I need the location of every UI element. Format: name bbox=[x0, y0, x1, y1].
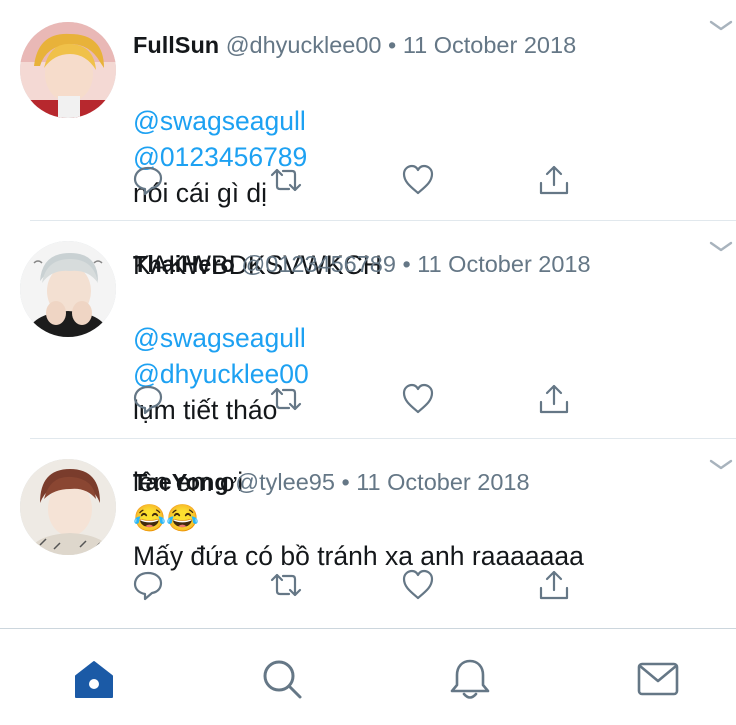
reply-button[interactable] bbox=[128, 565, 168, 605]
timestamp[interactable]: 11 October 2018 bbox=[403, 32, 576, 58]
handle[interactable]: @tylee95 bbox=[235, 469, 335, 495]
chevron-down-icon[interactable] bbox=[708, 457, 734, 473]
like-button[interactable] bbox=[398, 160, 438, 200]
tweet-1[interactable]: FullSun @dhyucklee00 • 11 October 2018 @… bbox=[0, 0, 736, 280]
avatar-image bbox=[20, 241, 116, 337]
retweet-button[interactable] bbox=[266, 160, 306, 200]
reply-button[interactable] bbox=[128, 379, 168, 419]
timestamp[interactable]: 11 October 2018 bbox=[356, 469, 529, 495]
share-button[interactable] bbox=[534, 565, 574, 605]
retweet-icon bbox=[270, 573, 302, 597]
like-icon bbox=[402, 569, 434, 600]
display-name[interactable]: TaeYong bbox=[133, 469, 229, 495]
share-button[interactable] bbox=[534, 379, 574, 419]
share-icon bbox=[539, 570, 569, 600]
display-name[interactable]: FullSun bbox=[133, 32, 219, 58]
separator: • bbox=[402, 251, 411, 277]
handle[interactable]: @dhyucklee00 bbox=[226, 32, 382, 58]
avatar[interactable] bbox=[20, 459, 116, 555]
avatar-image bbox=[20, 22, 116, 118]
home-icon bbox=[75, 661, 113, 698]
like-icon bbox=[402, 383, 434, 414]
tweet-header: FullSun @dhyucklee00 • 11 October 2018 bbox=[133, 30, 576, 60]
tweet-text: Mấy đứa có bồ tránh xa anh raaaaaaa bbox=[133, 502, 584, 574]
separator: • bbox=[341, 469, 350, 495]
tab-search[interactable] bbox=[260, 657, 304, 701]
display-name[interactable]: ThaiHero bbox=[133, 251, 235, 277]
avatar[interactable] bbox=[20, 22, 116, 118]
notifications-icon bbox=[450, 659, 490, 699]
reply-icon bbox=[133, 385, 163, 415]
timestamp[interactable]: 11 October 2018 bbox=[417, 251, 590, 277]
share-icon bbox=[539, 165, 569, 195]
mention-link[interactable]: @swagseagull bbox=[133, 106, 306, 136]
chevron-down-icon[interactable] bbox=[708, 239, 734, 255]
reply-button[interactable] bbox=[128, 160, 168, 200]
bottom-tab-bar bbox=[0, 628, 736, 725]
reply-icon bbox=[133, 166, 163, 196]
like-button[interactable] bbox=[398, 379, 438, 419]
mention-link[interactable]: @swagseagull bbox=[133, 323, 306, 353]
reply-icon bbox=[133, 571, 163, 601]
tab-notifications[interactable] bbox=[448, 657, 492, 701]
tab-messages[interactable] bbox=[636, 657, 680, 701]
avatar[interactable] bbox=[20, 241, 116, 337]
like-button[interactable] bbox=[398, 565, 438, 605]
tweet-header: TaeYong @tylee95 • 11 October 2018 bbox=[133, 467, 530, 497]
search-icon bbox=[263, 660, 302, 699]
handle[interactable]: @0123456789 bbox=[241, 251, 396, 277]
chevron-down-icon[interactable] bbox=[708, 18, 734, 34]
like-icon bbox=[402, 164, 434, 195]
retweet-button[interactable] bbox=[266, 565, 306, 605]
separator: • bbox=[388, 32, 397, 58]
share-button[interactable] bbox=[534, 160, 574, 200]
tweet-header: ThaiHero @0123456789 • 11 October 2018 bbox=[133, 249, 591, 279]
tweet-2[interactable]: ThaiHero @0123456789 • 11 October 2018 @… bbox=[0, 221, 736, 533]
share-icon bbox=[539, 384, 569, 414]
avatar-image bbox=[20, 459, 116, 555]
retweet-button[interactable] bbox=[266, 379, 306, 419]
tweet-3[interactable]: TaeYong @tylee95 • 11 October 2018 Mấy đ… bbox=[0, 439, 736, 627]
retweet-icon bbox=[270, 168, 302, 192]
messages-icon bbox=[637, 662, 679, 696]
tab-home[interactable] bbox=[72, 657, 116, 701]
retweet-icon bbox=[270, 387, 302, 411]
